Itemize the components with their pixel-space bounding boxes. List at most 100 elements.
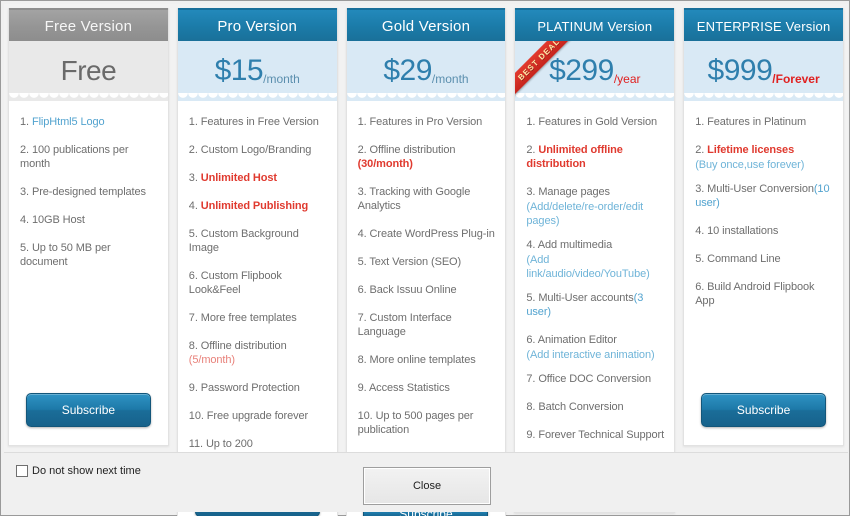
do-not-show-checkbox-row[interactable]: Do not show next time [16,465,141,477]
feature-number: 7. [526,373,536,385]
price-value-wrap: $299/year [549,54,640,88]
feature-text: Batch Conversion [538,401,624,413]
close-button[interactable]: Close [363,467,491,505]
feature-item: 6. Build Android Flipbook App [695,280,834,308]
feature-subtext: (Add/delete/re-order/edit pages) [526,201,644,227]
price-amount: $29 [383,54,432,87]
feature-text: Password Protection [200,382,300,394]
price-amount: $15 [214,54,264,87]
pricing-column: Pro Version $15/month 1. Features in Free … [172,4,342,516]
feature-item: 8. Offline distribution (5/month) [189,339,328,367]
price-value-wrap: $29/month [383,54,468,88]
feature-text: 100 publications per month [20,144,129,170]
price-band: $999/Forever [684,41,843,101]
feature-list: 1. Features in Pro Version 2. Offline dis… [347,101,506,497]
feature-number: 9. [526,429,536,441]
feature-text: Features in Pro Version [369,116,483,128]
pricing-grid: Free Version Free 1. FlipHtml5 Logo 2. 100 … [4,4,848,516]
feature-item: 2. Custom Logo/Branding [189,143,328,157]
feature-text: Unlimited Publishing [200,200,309,212]
feature-item: 3. Manage pages (Add/delete/re-order/edit… [526,185,665,228]
plan-title: ENTERPRISE Version [684,8,843,41]
price-band: Free [9,41,168,101]
feature-text: Multi-User Conversion [707,183,814,195]
pricing-card: PLATINUM Version BEST DEAL $299/year 1. Fea… [514,8,676,513]
feature-number: 5. [526,292,536,304]
feature-list: 1. FlipHtml5 Logo 2. 100 publications per… [9,101,168,393]
feature-item: 6. Custom Flipbook Look&Feel [189,269,328,297]
feature-qualifier: (30/month) [357,158,413,170]
pricing-column: Gold Version $29/month 1. Features in Pro … [341,4,511,516]
subscribe-button[interactable]: Subscribe [25,393,151,427]
feature-item: 9. Forever Technical Support [526,428,665,442]
feature-item: 4. Add multimedia (Add link/audio/video/Y… [526,238,665,281]
subscribe-button-wrap: Subscribe [9,393,168,445]
feature-text: Custom Background Image [188,228,299,254]
feature-item: 5. Up to 50 MB per document [20,241,159,269]
feature-text: 10GB Host [31,214,85,226]
feature-item: 1. Features in Pro Version [358,115,497,129]
pricing-column: Free Version Free 1. FlipHtml5 Logo 2. 100 … [4,4,173,452]
feature-item: 7. Custom Interface Language [358,311,497,339]
feature-text: Lifetime licenses [707,144,795,156]
feature-item: 5. Multi-User accounts(3 user) [526,291,665,319]
scalloped-divider [346,93,506,101]
feature-text: Tracking with Google Analytics [357,186,471,212]
feature-qualifier: (5/month) [188,354,235,366]
plan-title: PLATINUM Version [515,8,675,41]
pricing-card: Pro Version $15/month 1. Features in Free … [176,8,338,516]
pricing-column: ENTERPRISE Version $999/Forever 1. Feature… [679,4,848,452]
feature-text: Add multimedia [537,239,613,251]
feature-number: 9. [188,382,198,394]
feature-number: 4. [357,228,367,240]
feature-text: Free upgrade forever [206,410,309,422]
price-period: /year [613,72,641,86]
do-not-show-label: Do not show next time [32,465,141,477]
scalloped-divider [9,93,168,101]
scalloped-divider [177,93,337,101]
price-amount: Free [60,55,117,86]
feature-text: Up to 500 pages per publication [357,410,474,436]
feature-item: 2. Unlimited offline distribution [526,143,665,171]
feature-item: 10. Up to 500 pages per publication [358,409,497,437]
checkbox-icon[interactable] [16,465,28,477]
feature-item: 3. Multi-User Conversion(10 user) [695,182,834,210]
feature-item: 10. Free upgrade forever [189,409,328,423]
feature-number: 8. [188,340,198,352]
plan-title: Pro Version [177,8,337,41]
feature-item: 1. Features in Gold Version [526,115,665,129]
feature-text: Up to 50 MB per document [20,242,111,268]
feature-text: Text Version (SEO) [369,256,462,268]
feature-number: 10. [357,410,373,422]
feature-item: 4. 10 installations [695,224,834,238]
feature-text: Features in Gold Version [538,116,658,128]
feature-number: 4. [20,214,29,226]
feature-text: Back Issuu Online [369,284,457,296]
scalloped-divider [515,93,675,101]
feature-text: More free templates [200,312,297,324]
feature-text: FlipHtml5 Logo [31,116,105,128]
price-period: /Forever [772,72,820,86]
feature-item: 2. Offline distribution (30/month) [358,143,497,171]
feature-number: 6. [188,270,198,282]
subscribe-button[interactable]: Subscribe [701,393,827,427]
feature-text: Access Statistics [368,382,450,394]
feature-list: 1. Features in Free Version 2. Custom Log… [178,101,337,483]
feature-number: 5. [188,228,198,240]
feature-list: 1. Features in Platinum 2. Lifetime licen… [684,101,843,393]
feature-number: 8. [357,354,367,366]
price-band: BEST DEAL $299/year [515,41,675,101]
feature-item: 4. 10GB Host [20,213,159,227]
feature-number: 8. [526,401,536,413]
feature-item: 6. Back Issuu Online [358,283,497,297]
feature-subtext: (Buy once,use forever) [695,159,805,171]
feature-item: 4. Unlimited Publishing [189,199,328,213]
feature-number: 3. [188,172,198,184]
feature-number: 1. [695,116,705,128]
feature-number: 3. [526,186,536,198]
feature-item: 7. More free templates [189,311,328,325]
pricing-card: Free Version Free 1. FlipHtml5 Logo 2. 100 … [8,8,169,446]
feature-item: 8. More online templates [358,353,497,367]
feature-number: 5. [20,242,29,254]
pricing-dialog: Free Version Free 1. FlipHtml5 Logo 2. 100 … [0,0,850,516]
